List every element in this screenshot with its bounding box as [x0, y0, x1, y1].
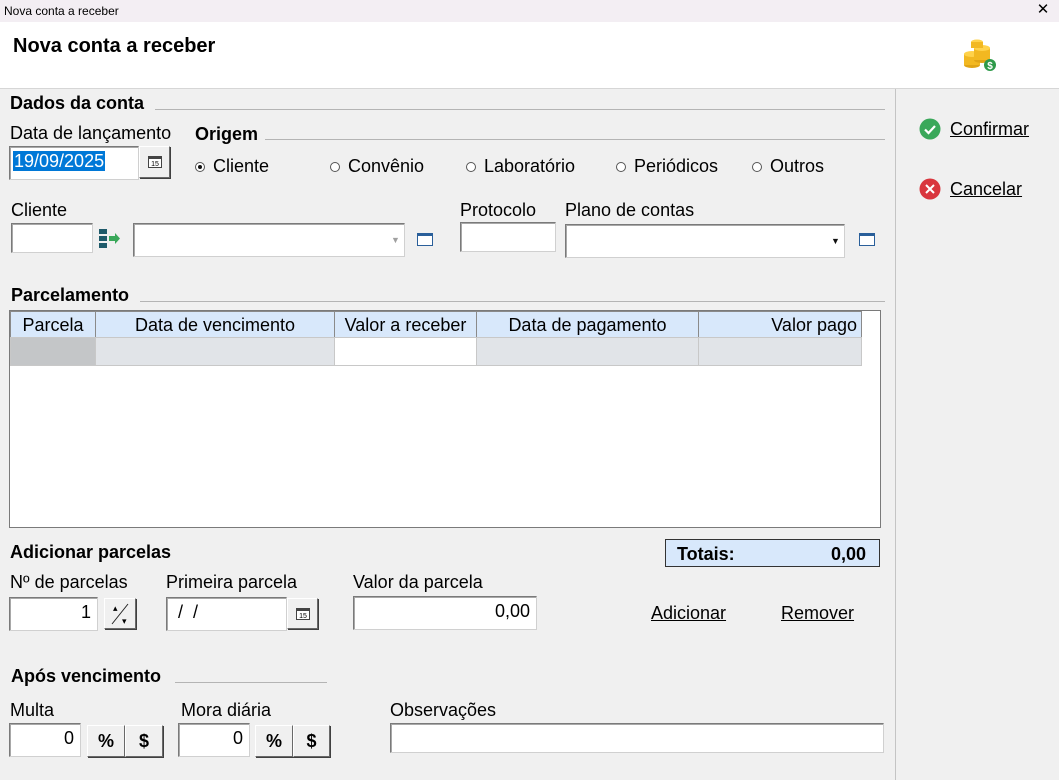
table-cell[interactable] — [10, 337, 96, 366]
svg-text:▾: ▾ — [122, 616, 127, 626]
confirm-button[interactable]: Confirmar — [919, 118, 1029, 140]
totais-value: 0,00 — [830, 544, 866, 564]
remover-button[interactable]: Remover — [781, 603, 854, 624]
radio-indicator — [616, 161, 626, 172]
mora-input[interactable]: 0 — [178, 723, 250, 757]
svg-text:$: $ — [987, 61, 993, 72]
radio-outros[interactable]: Outros — [752, 156, 824, 177]
radio-label: Laboratório — [484, 156, 576, 176]
table-cell[interactable] — [698, 337, 862, 366]
radio-label: Cliente — [213, 156, 270, 176]
divider — [155, 109, 885, 110]
observacoes-label: Observações — [390, 700, 497, 720]
close-icon[interactable]: ✕ — [1035, 0, 1051, 22]
mora-dollar-toggle[interactable]: $ — [293, 725, 330, 757]
multa-label: Multa — [10, 700, 55, 720]
cliente-label: Cliente — [11, 200, 68, 220]
radio-indicator — [752, 161, 762, 172]
section-dados-conta: Dados da conta — [10, 93, 145, 113]
window-title: Nova conta a receber — [0, 0, 1059, 22]
spinner-icon: ▴▾ — [111, 603, 129, 626]
page-title: Nova conta a receber — [13, 35, 216, 57]
chevron-down-icon[interactable]: ▼ — [828, 227, 843, 255]
divider — [265, 139, 885, 140]
chevron-down-icon[interactable]: ▼ — [388, 226, 403, 254]
x-circle-icon — [919, 178, 941, 200]
side-separator — [895, 89, 896, 780]
column-header[interactable]: Data de pagamento — [476, 311, 699, 338]
divider — [175, 682, 327, 683]
cancel-button[interactable]: Cancelar — [919, 178, 1022, 200]
divider — [140, 301, 885, 302]
cliente-code-input[interactable] — [11, 223, 93, 253]
num-parcelas-input[interactable]: 1 — [9, 597, 98, 631]
table-cell[interactable] — [476, 337, 699, 366]
protocolo-input[interactable] — [460, 222, 556, 252]
radio-label: Periódicos — [634, 156, 719, 176]
data-lancamento-value: 19/09/2025 — [13, 151, 106, 171]
client-lookup-icon[interactable] — [98, 228, 122, 250]
column-header[interactable]: Valor a receber — [334, 311, 477, 338]
spinner-button[interactable]: ▴ ▾ — [104, 598, 136, 629]
confirm-label: Confirmar — [950, 118, 1030, 139]
data-lancamento-label: Data de lançamento — [10, 123, 172, 143]
radio-indicator — [330, 161, 340, 172]
radio-indicator — [466, 161, 476, 172]
observacoes-input[interactable] — [390, 723, 884, 753]
radio-indicator — [195, 161, 205, 172]
check-circle-icon — [919, 118, 941, 140]
radio-periodicos[interactable]: Periódicos — [616, 156, 718, 177]
cliente-name-combo[interactable] — [133, 223, 405, 257]
radio-label: Convênio — [348, 156, 425, 176]
radio-laboratorio[interactable]: Laboratório — [466, 156, 575, 177]
num-parcelas-label: Nº de parcelas — [10, 572, 128, 592]
valor-parcela-input[interactable]: 0,00 — [353, 596, 537, 630]
protocolo-label: Protocolo — [460, 200, 537, 220]
totais-box: Totais: 0,00 — [665, 539, 880, 567]
column-header[interactable]: Data de vencimento — [95, 311, 335, 338]
calendar-button[interactable]: 15 — [287, 598, 318, 629]
plano-label: Plano de contas — [565, 200, 695, 220]
mora-label: Mora diária — [181, 700, 272, 720]
section-parcelamento: Parcelamento — [11, 285, 130, 305]
radio-convenio[interactable]: Convênio — [330, 156, 424, 177]
calendar-icon: 15 — [147, 156, 162, 168]
window-icon[interactable] — [859, 233, 875, 246]
column-header[interactable]: Valor pago — [698, 311, 862, 338]
calendar-button[interactable]: 15 — [139, 146, 170, 178]
svg-text:▴: ▴ — [113, 603, 118, 613]
calendar-icon: 15 — [295, 607, 310, 620]
plano-combo[interactable] — [565, 224, 845, 258]
origem-label: Origem — [195, 124, 259, 144]
radio-cliente[interactable]: Cliente — [195, 156, 269, 177]
primeira-parcela-input[interactable]: / / — [166, 597, 287, 631]
section-apos-vencimento: Após vencimento — [11, 666, 162, 686]
multa-percent-toggle[interactable]: % — [87, 725, 125, 757]
data-lancamento-input[interactable]: 19/09/2025 — [9, 146, 139, 180]
multa-dollar-toggle[interactable]: $ — [125, 725, 163, 757]
mora-percent-toggle[interactable]: % — [255, 725, 293, 757]
cancel-label: Cancelar — [950, 178, 1023, 199]
totais-label: Totais: — [677, 544, 735, 564]
radio-label: Outros — [770, 156, 825, 176]
window-icon[interactable] — [417, 233, 433, 246]
section-adicionar-parcelas: Adicionar parcelas — [10, 542, 172, 562]
svg-text:15: 15 — [299, 613, 307, 620]
coins-dollar-icon: $ — [964, 39, 996, 72]
column-header[interactable]: Parcela — [10, 311, 96, 338]
multa-input[interactable]: 0 — [9, 723, 81, 757]
table-cell[interactable] — [95, 337, 335, 366]
valor-parcela-label: Valor da parcela — [353, 572, 483, 592]
adicionar-button[interactable]: Adicionar — [651, 603, 726, 624]
table-cell[interactable] — [334, 337, 477, 366]
primeira-parcela-label: Primeira parcela — [166, 572, 298, 592]
svg-text:15: 15 — [151, 161, 159, 168]
